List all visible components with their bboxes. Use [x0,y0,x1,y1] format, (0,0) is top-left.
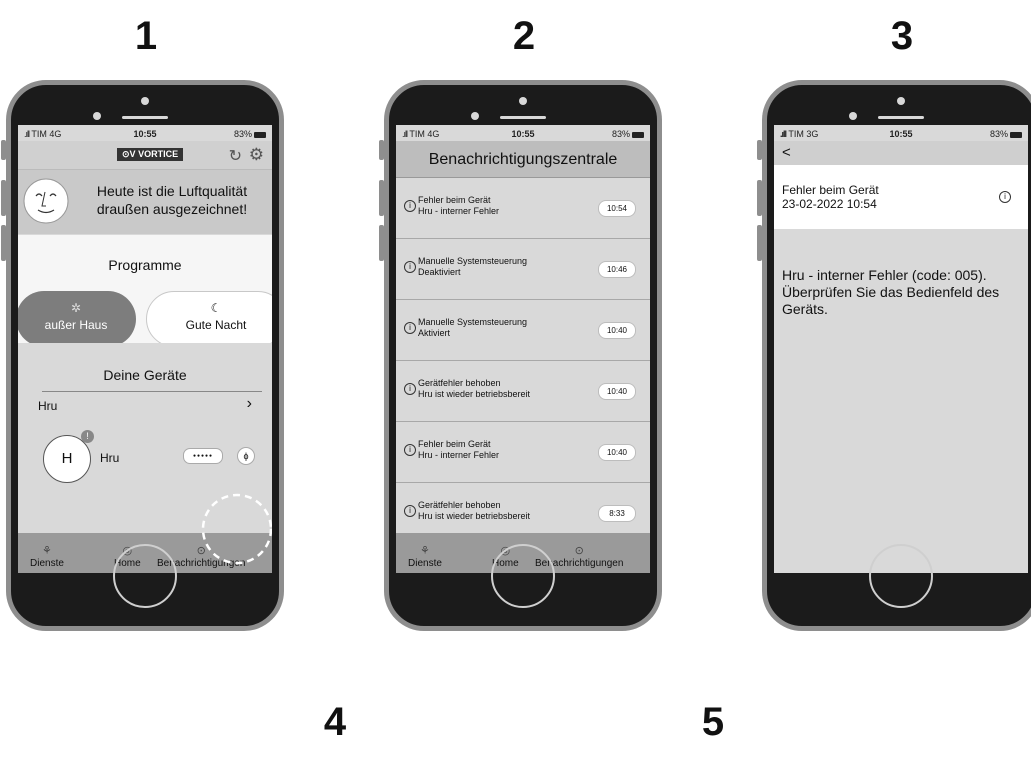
status-bar: .ıll TIM 4G 10:55 83% [396,125,650,141]
list-item[interactable]: i Gerätfehler behoben Hru ist wieder betri… [396,361,650,422]
detail-date: 23-02-2022 10:54 [782,197,877,211]
services-icon: ⚘ [42,545,52,557]
notifications-icon: ⊙ [574,545,584,557]
time-badge: 10:40 [598,322,636,339]
status-bar: .ıll TIM 4G 10:55 83% [18,125,272,141]
list-item[interactable]: i Fehler beim Gerät Hru - interner Fehler … [396,422,650,483]
info-icon[interactable]: i [999,191,1011,203]
detail-header: Fehler beim Gerät 23-02-2022 10:54 i [774,165,1028,229]
time-badge: 10:54 [598,200,636,217]
status-bar: .ıll TIM 3G 10:55 83% [774,125,1028,141]
time-badge: 10:46 [598,261,636,278]
air-quality-text: Heute ist die Luftqualität draußen ausge… [96,183,248,217]
notification-list: i Fehler beim Gerät Hru - interner Fehler … [396,178,650,533]
device-name: Hru [100,451,120,465]
notification-center-screen: .ıll TIM 4G 10:55 83% Benachrichtigungsz… [396,125,650,573]
step-number-4: 4 [323,700,347,744]
home-button[interactable] [113,544,177,608]
services-icon: ⚘ [420,545,430,557]
nav-services[interactable]: ⚘ Dienste [408,544,442,569]
step-number-3: 3 [890,14,914,58]
refresh-icon[interactable]: ↻ [229,146,242,166]
step-number-1: 1 [134,14,158,58]
info-icon: i [404,444,416,456]
list-item[interactable]: i Manuelle Systemsteuerung Aktiviert 10:40 [396,300,650,361]
chevron-right-icon: › [246,395,252,412]
fan-icon: ✲ [70,301,82,315]
time-badge: 10:40 [598,444,636,461]
time-badge: 8:33 [598,505,636,522]
program-away-button[interactable]: ✲ außer Haus [18,291,136,347]
air-quality-banner: Heute ist die Luftqualität draußen ausge… [18,170,272,234]
step-number-2: 2 [512,14,536,58]
programs-section: Programme ✲ außer Haus ☾ Gute Nacht [18,235,272,347]
vortice-logo: ⊙V VORTICE [117,148,184,161]
step-number-5: 5 [701,700,725,744]
device-mode-button[interactable]: ϕ [237,447,255,465]
info-icon: i [404,383,416,395]
list-item[interactable]: i Fehler beim Gerät Hru - interner Fehler … [396,178,650,239]
info-icon: i [404,200,416,212]
time-badge: 10:40 [598,383,636,400]
device-group-row[interactable]: Hru › [18,395,272,419]
page-title: Benachrichtigungszentrale [428,151,618,168]
detail-title: Fehler beim Gerät [782,183,879,197]
nav-services[interactable]: ⚘ Dienste [30,544,64,569]
home-button[interactable] [491,544,555,608]
gear-icon[interactable]: ⚙ [249,145,264,165]
phone-3: .ıll TIM 3G 10:55 83% < Fehler beim Gerä… [757,80,1031,631]
home-button[interactable] [869,544,933,608]
moon-icon: ☾ [210,301,222,315]
phone-2: .ıll TIM 4G 10:55 83% Benachrichtigungsz… [379,80,662,631]
back-button[interactable]: < [782,144,791,161]
face-icon [23,178,69,224]
programs-title: Programme [108,257,182,273]
detail-message: Hru - interner Fehler (code: 005). Überp… [782,267,1000,317]
info-icon: i [404,322,416,334]
device-row[interactable]: H ! Hru ●●●●● ϕ [18,427,272,483]
info-icon: i [404,505,416,517]
device-error-badge: ! [81,430,94,443]
list-item[interactable]: i Manuelle Systemsteuerung Deaktiviert 10:… [396,239,650,300]
home-screen: .ıll TIM 4G 10:55 83% ⊙V VORTICE ↻ ⚙ Heu… [18,125,272,573]
device-speed-indicator[interactable]: ●●●●● [183,448,223,464]
phone-1: .ıll TIM 4G 10:55 83% ⊙V VORTICE ↻ ⚙ Heu… [1,80,284,631]
list-item[interactable]: i Gerätfehler behoben Hru ist wieder betri… [396,483,650,533]
notification-detail-screen: .ıll TIM 3G 10:55 83% < Fehler beim Gerä… [774,125,1028,573]
devices-title: Deine Geräte [103,367,187,383]
program-night-button[interactable]: ☾ Gute Nacht [146,291,272,347]
info-icon: i [404,261,416,273]
highlight-circle [201,493,272,565]
